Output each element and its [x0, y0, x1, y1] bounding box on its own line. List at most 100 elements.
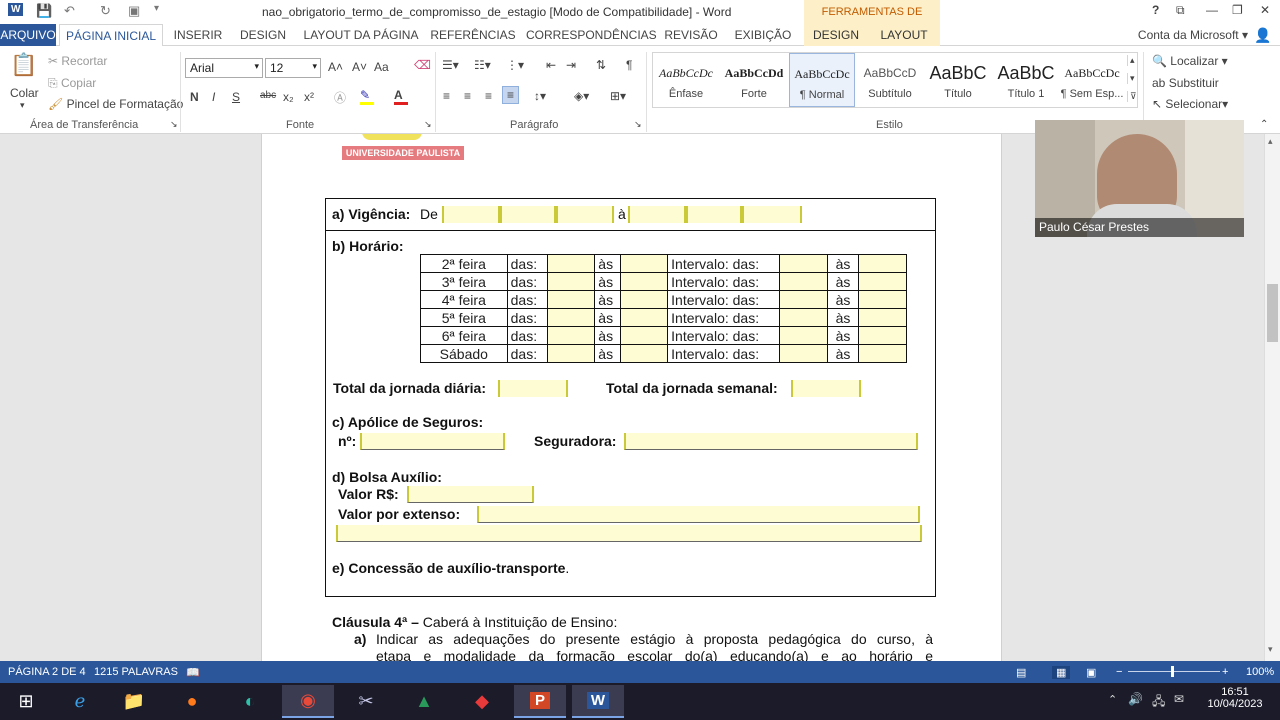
- align-right-icon[interactable]: ≡: [485, 89, 492, 103]
- font-launcher-icon[interactable]: ↘: [424, 119, 432, 130]
- web-layout-icon[interactable]: ▣: [1086, 666, 1096, 679]
- font-name-field[interactable]: Arial ▾: [185, 58, 263, 78]
- valor-extenso-field-2[interactable]: [336, 525, 922, 542]
- clear-format-icon[interactable]: ⌫: [414, 58, 431, 72]
- font-color-button[interactable]: A: [394, 88, 408, 105]
- justify-icon[interactable]: ≡: [502, 86, 520, 104]
- network-icon[interactable]: 🖧: [1152, 692, 1165, 713]
- word-taskbar-icon[interactable]: W: [572, 685, 624, 718]
- ribbon-display-icon[interactable]: ⧉: [1176, 3, 1185, 18]
- total-semanal-field[interactable]: [791, 380, 861, 397]
- tab-referencias[interactable]: REFERÊNCIAS: [430, 24, 516, 46]
- restore-icon[interactable]: ❐: [1232, 3, 1243, 17]
- snipping-tool-icon[interactable]: ✂: [340, 685, 392, 718]
- end-time-field[interactable]: [619, 254, 669, 273]
- edge-icon[interactable]: ◐: [224, 685, 276, 718]
- end-time-field[interactable]: [619, 290, 669, 309]
- save-icon[interactable]: 💾: [36, 3, 52, 19]
- select-button[interactable]: ↖ Selecionar▾: [1152, 97, 1228, 111]
- line-spacing-icon[interactable]: ↕▾: [534, 89, 546, 103]
- interval-end-field[interactable]: [858, 344, 907, 363]
- align-left-icon[interactable]: ≡: [443, 89, 450, 103]
- firefox-icon[interactable]: ●: [166, 685, 218, 718]
- tab-exibicao[interactable]: EXIBIÇÃO: [732, 24, 794, 46]
- proofing-icon[interactable]: 📖: [186, 666, 200, 679]
- minimize-icon[interactable]: —: [1206, 3, 1218, 17]
- shrink-font-button[interactable]: A˅: [352, 60, 367, 74]
- underline-button[interactable]: S: [232, 90, 240, 104]
- redo-icon[interactable]: ↻: [100, 3, 111, 19]
- show-marks-button[interactable]: ¶: [626, 58, 632, 72]
- paragraph-launcher-icon[interactable]: ↘: [634, 119, 642, 130]
- close-icon[interactable]: ✕: [1260, 3, 1270, 17]
- start-time-field[interactable]: [546, 254, 596, 273]
- zoom-out-icon[interactable]: −: [1116, 666, 1122, 678]
- interval-end-field[interactable]: [858, 290, 907, 309]
- start-time-field[interactable]: [546, 344, 596, 363]
- tab-revisao[interactable]: REVISÃO: [660, 24, 722, 46]
- read-mode-icon[interactable]: ▤: [1016, 666, 1026, 679]
- subscript-button[interactable]: x₂: [283, 90, 294, 104]
- touch-mode-icon[interactable]: ▣: [128, 3, 140, 19]
- style-titulo[interactable]: AaBbC Título: [925, 53, 991, 107]
- start-time-field[interactable]: [546, 308, 596, 327]
- file-explorer-icon[interactable]: 📁: [108, 685, 160, 718]
- style-normal[interactable]: AaBbCcDc ¶ Normal: [789, 53, 855, 107]
- apolice-number-field[interactable]: [360, 433, 505, 450]
- powerpoint-icon[interactable]: P: [514, 685, 566, 718]
- gallery-scroll-down-icon[interactable]: ▾: [1127, 73, 1137, 84]
- vigencia-end-day-field[interactable]: [628, 206, 686, 223]
- end-time-field[interactable]: [619, 344, 669, 363]
- highlight-icon[interactable]: ✎: [360, 88, 374, 105]
- change-case-button[interactable]: Aa: [374, 60, 389, 74]
- customize-qat-icon[interactable]: ▾: [154, 3, 159, 14]
- increase-indent-icon[interactable]: ⇥: [566, 58, 576, 72]
- strikethrough-button[interactable]: abc: [260, 90, 276, 101]
- scrollbar-thumb[interactable]: [1267, 284, 1278, 342]
- interval-end-field[interactable]: [858, 272, 907, 291]
- account-link[interactable]: Conta da Microsoft ▾: [1128, 24, 1248, 46]
- bold-button[interactable]: N: [190, 90, 199, 104]
- superscript-button[interactable]: x²: [304, 90, 314, 104]
- interval-start-field[interactable]: [779, 290, 828, 309]
- style-forte[interactable]: AaBbCcDd Forte: [721, 53, 787, 107]
- tab-table-design[interactable]: DESIGN: [804, 24, 868, 46]
- style-enfase[interactable]: AaBbCcDc Ênfase: [653, 53, 719, 107]
- chrome-icon[interactable]: ◉: [282, 685, 334, 718]
- font-size-field[interactable]: 12 ▾: [265, 58, 321, 78]
- tab-design[interactable]: DESIGN: [236, 24, 290, 46]
- vertical-scrollbar[interactable]: ▴ ▾: [1264, 134, 1280, 661]
- help-icon[interactable]: ?: [1152, 3, 1159, 17]
- replace-button[interactable]: ab Substituir: [1152, 76, 1219, 90]
- scroll-up-icon[interactable]: ▴: [1268, 136, 1273, 147]
- grow-font-button[interactable]: A˄: [328, 60, 343, 74]
- paste-icon[interactable]: 📋: [10, 52, 37, 78]
- total-diaria-field[interactable]: [498, 380, 568, 397]
- zoom-slider-thumb[interactable]: [1171, 666, 1174, 677]
- vigencia-start-year-field[interactable]: [556, 206, 614, 223]
- style-titulo-1[interactable]: AaBbC Título 1: [993, 53, 1059, 107]
- style-subtitulo[interactable]: AaBbCcD Subtítulo: [857, 53, 923, 107]
- zoom-level[interactable]: 100%: [1246, 666, 1274, 678]
- bullets-icon[interactable]: ☰▾: [442, 58, 459, 72]
- copy-button[interactable]: ⎘ Copiar: [48, 76, 96, 91]
- zoom-slider[interactable]: [1128, 671, 1220, 672]
- paste-dropdown-icon[interactable]: ▾: [20, 100, 25, 111]
- numbering-icon[interactable]: ☷▾: [474, 58, 491, 72]
- vigencia-end-month-field[interactable]: [686, 206, 742, 223]
- text-effects-icon[interactable]: Ⓐ: [334, 89, 346, 106]
- scroll-down-icon[interactable]: ▾: [1268, 644, 1273, 655]
- align-center-icon[interactable]: ≡: [464, 89, 471, 103]
- italic-button[interactable]: I: [212, 90, 215, 104]
- multilevel-list-icon[interactable]: ⋮▾: [506, 58, 524, 72]
- windows-start-icon[interactable]: ⊞: [0, 685, 52, 718]
- internet-explorer-icon[interactable]: ℯ: [54, 685, 106, 718]
- word-count[interactable]: 1215 PALAVRAS: [94, 666, 178, 678]
- format-painter-button[interactable]: 🖌 Pincel de Formatação: [48, 97, 183, 111]
- valor-extenso-field[interactable]: [477, 506, 920, 523]
- interval-start-field[interactable]: [779, 308, 828, 327]
- seguradora-field[interactable]: [624, 433, 918, 450]
- volume-icon[interactable]: 🔊: [1128, 692, 1143, 706]
- gallery-more-icon[interactable]: ⊽: [1127, 91, 1139, 102]
- tab-correspondencias[interactable]: CORRESPONDÊNCIAS: [526, 24, 657, 46]
